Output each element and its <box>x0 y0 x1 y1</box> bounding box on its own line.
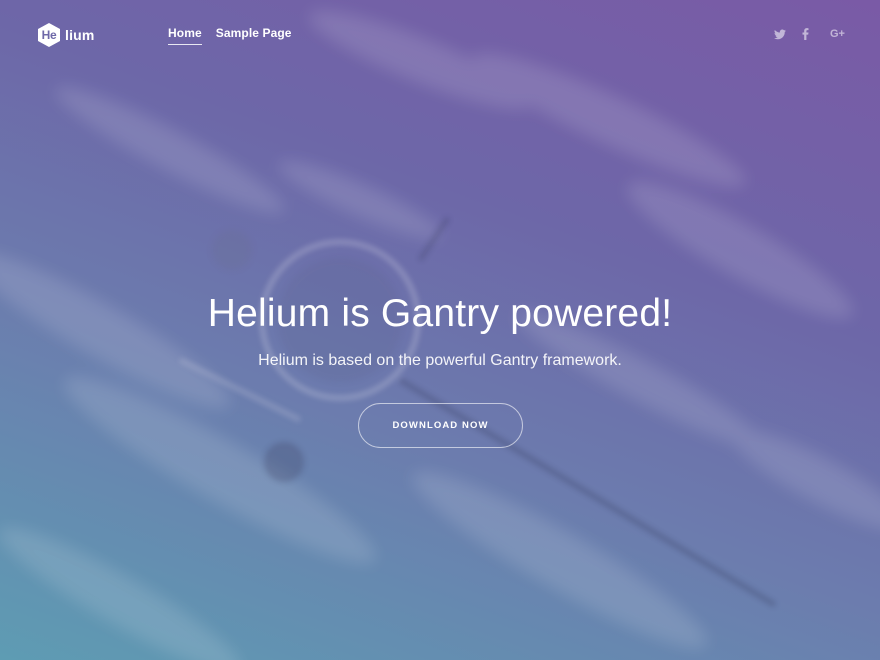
hero-subtitle: Helium is based on the powerful Gantry f… <box>258 352 622 369</box>
logo-hexagon-icon: He <box>36 22 62 48</box>
twitter-icon[interactable] <box>774 29 786 40</box>
google-plus-icon[interactable]: G+ <box>830 27 845 41</box>
logo-badge-text: He <box>41 28 57 42</box>
hero-section: He lium Home Sample Page G+ Helium is Ga… <box>0 0 880 660</box>
site-header: He lium Home Sample Page G+ <box>0 0 880 70</box>
site-logo[interactable]: He lium <box>36 22 95 48</box>
facebook-icon[interactable] <box>802 28 814 40</box>
nav-item-home[interactable]: Home <box>168 26 202 45</box>
main-navigation: Home Sample Page <box>168 26 292 45</box>
social-links: G+ <box>774 27 845 41</box>
nav-item-sample-page[interactable]: Sample Page <box>216 26 292 45</box>
hero-title: Helium is Gantry powered! <box>207 292 673 335</box>
download-now-button[interactable]: Download Now <box>358 403 523 448</box>
logo-text: lium <box>65 27 95 43</box>
